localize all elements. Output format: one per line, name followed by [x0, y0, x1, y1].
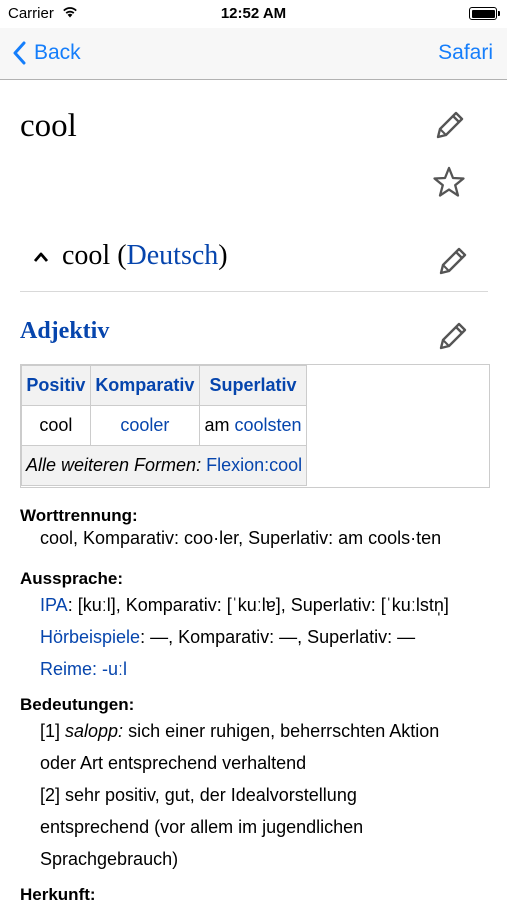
pencil-icon: [439, 247, 467, 275]
superlativ-prefix: am: [204, 415, 235, 435]
reime-link[interactable]: Reime: -uːl: [40, 659, 127, 679]
inflection-table: Positiv Komparativ Superlativ cool coole…: [20, 365, 308, 486]
edit-adjektiv-button[interactable]: [435, 320, 469, 354]
ipa-text: : [kuːl], Komparativ: [ˈkuːlɐ], Superlat…: [67, 595, 449, 615]
ipa-line: IPA: [kuːl], Komparativ: [ˈkuːlɐ], Super…: [20, 589, 490, 621]
cell-komparativ: cooler: [89, 405, 200, 446]
cell-superlativ: am coolsten: [198, 405, 308, 446]
ipa-link[interactable]: IPA: [40, 595, 68, 615]
register-label: salopp:: [65, 721, 124, 741]
language-link[interactable]: Deutsch: [127, 240, 219, 271]
worttrennung-block: Worttrennung: cool, Komparativ: coo·ler,…: [20, 506, 490, 550]
definition-line: oder Art entsprechend verhaltend: [40, 753, 307, 773]
aussprache-block: Aussprache: IPA: [kuːl], Komparativ: [ˈk…: [20, 569, 490, 685]
table-footer: Alle weiteren Formen: Flexion:cool: [20, 445, 308, 486]
back-label: Back: [34, 41, 81, 64]
column-header-komparativ: Komparativ: [89, 365, 200, 406]
reime-line: Reime: -uːl: [20, 653, 490, 685]
superlativ-link[interactable]: coolsten: [235, 415, 302, 435]
komparativ-link[interactable]: cooler: [120, 415, 169, 435]
definition-line: Sprachgebrauch): [40, 849, 179, 869]
section-header-deutsch[interactable]: cool (Deutsch): [20, 236, 488, 292]
edit-section-button[interactable]: [435, 245, 469, 279]
hoerbeispiele-line: Hörbeispiele: —, Komparativ: —, Superlat…: [20, 621, 490, 653]
edit-page-button[interactable]: [432, 109, 466, 143]
status-bar: Carrier 12:52 AM: [0, 0, 507, 28]
star-icon: [433, 166, 465, 197]
worttrennung-text: cool, Komparativ: coo·ler, Superlativ: a…: [40, 528, 442, 548]
back-button[interactable]: Back: [12, 39, 81, 67]
safari-button[interactable]: Safari: [438, 41, 493, 65]
section-word: cool (: [62, 240, 127, 271]
pencil-icon: [436, 111, 464, 139]
flexion-link[interactable]: Flexion:cool: [206, 455, 302, 475]
clock: 12:52 AM: [220, 5, 287, 22]
definition-number: [1]: [40, 721, 66, 741]
chevron-left-icon: [13, 41, 26, 65]
section-title: cool (Deutsch): [62, 240, 228, 272]
bedeutungen-heading: Bedeutungen:: [20, 695, 135, 714]
hoerbeispiele-link[interactable]: Hörbeispiele: [40, 627, 140, 647]
column-header-superlativ: Superlativ: [198, 365, 308, 406]
hoerbeispiele-text: : —, Komparativ: —, Superlativ: —: [140, 627, 416, 647]
navigation-bar: Back Safari: [0, 28, 507, 80]
definition-line: [1] salopp: sich einer ruhigen, beherrsc…: [20, 715, 490, 747]
worttrennung-heading: Worttrennung:: [20, 506, 138, 525]
column-header-positiv: Positiv: [21, 365, 91, 406]
pencil-icon: [439, 322, 467, 350]
bookmark-button[interactable]: [432, 165, 466, 199]
battery-icon: [469, 7, 500, 20]
herkunft-block: Herkunft:: [20, 885, 490, 900]
part-of-speech-heading: Adjektiv: [20, 318, 110, 344]
page-title: cool: [20, 108, 77, 144]
definition-line: [2] sehr positiv, gut, der Idealvorstell…: [40, 785, 357, 805]
definition-line: entsprechend (vor allem im jugendlichen: [40, 817, 364, 837]
bedeutungen-block: Bedeutungen: [1] salopp: sich einer ruhi…: [20, 695, 490, 875]
definition-text: sich einer ruhigen, beherrschten Aktion: [123, 721, 440, 741]
herkunft-heading: Herkunft:: [20, 885, 96, 900]
aussprache-heading: Aussprache:: [20, 569, 123, 588]
section-close: ): [218, 240, 228, 271]
footer-label: Alle weiteren Formen:: [26, 455, 207, 475]
cell-positiv: cool: [21, 405, 91, 446]
chevron-up-icon: [33, 252, 49, 262]
